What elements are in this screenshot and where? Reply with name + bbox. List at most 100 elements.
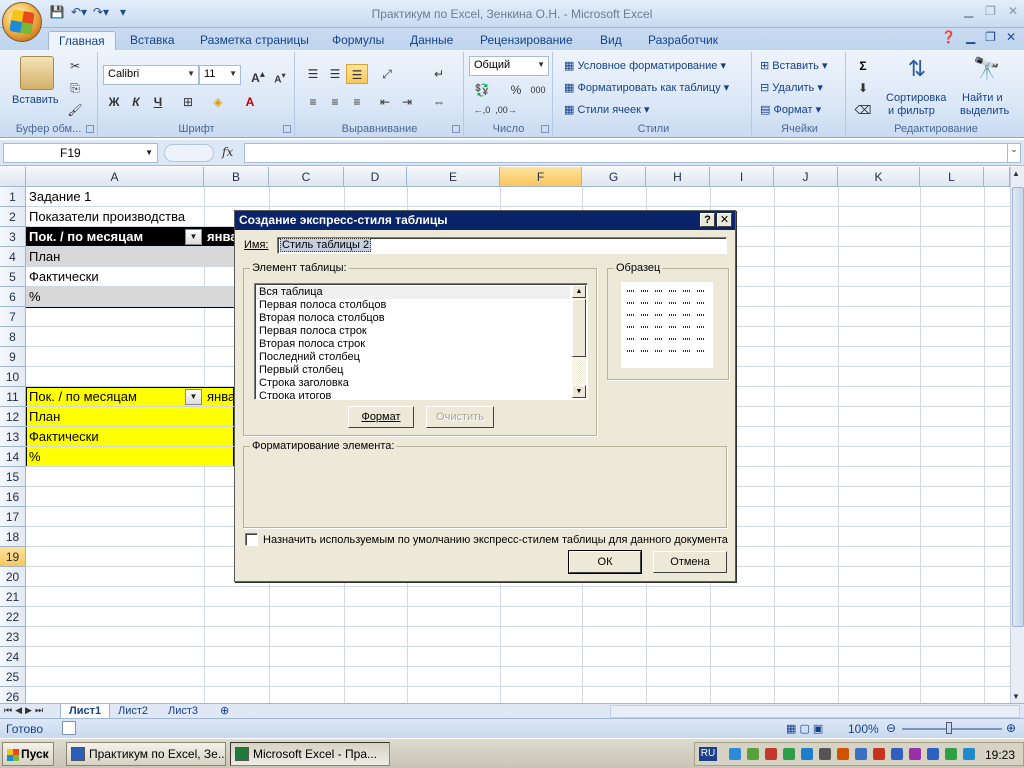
volume-icon[interactable] (819, 748, 831, 760)
insert-cells-button[interactable]: ⊞ Вставить ▾ (760, 59, 828, 72)
zoom-slider[interactable] (902, 728, 1002, 730)
default-style-checkbox[interactable] (245, 533, 258, 546)
fill-icon[interactable]: ⬇ (852, 78, 874, 98)
align-center-icon[interactable]: ≡ (324, 92, 346, 112)
cell-b3[interactable]: янва (204, 227, 234, 247)
expand-formula-bar-icon[interactable]: ⌄ (1007, 143, 1021, 163)
table-element-item[interactable]: Вторая полоса столбцов (256, 312, 570, 325)
cell-a6[interactable]: % (26, 287, 204, 307)
font-color-icon[interactable]: A (239, 92, 261, 112)
table-element-item[interactable]: Строка заголовка (256, 377, 570, 390)
merge-center-icon[interactable]: ⇔ (428, 92, 450, 112)
table-element-item[interactable]: Вторая полоса строк (256, 338, 570, 351)
paste-button[interactable]: Вставить (12, 94, 59, 106)
cell-a11[interactable]: Пок. / по месяцам (26, 387, 186, 407)
maximize-icon[interactable]: ❐ (985, 4, 996, 18)
table-element-item[interactable]: Первая полоса строк (256, 325, 570, 338)
tray-icon[interactable] (747, 748, 759, 760)
column-header-b[interactable]: B (204, 167, 269, 187)
column-header-i[interactable]: I (710, 167, 774, 187)
cancel-button[interactable]: Отмена (653, 551, 727, 573)
row-header-20[interactable]: 20 (0, 567, 26, 587)
borders-icon[interactable]: ⊞ (177, 92, 199, 112)
row-header-24[interactable]: 24 (0, 647, 26, 667)
tab-review[interactable]: Рецензирование (470, 31, 583, 50)
paste-icon[interactable] (20, 56, 54, 90)
formula-bar-splitter[interactable] (164, 144, 214, 162)
format-painter-icon[interactable]: 🖌 (64, 100, 86, 120)
tray-icon[interactable] (873, 748, 885, 760)
table-element-item[interactable]: Последний столбец (256, 351, 570, 364)
ok-button[interactable]: ОК (568, 550, 642, 574)
tab-page-layout[interactable]: Разметка страницы (190, 31, 319, 50)
cell-a14[interactable]: % (26, 447, 204, 467)
cell-a12[interactable]: План (26, 407, 204, 427)
row-header-1[interactable]: 1 (0, 187, 26, 207)
list-scroll-thumb[interactable] (572, 299, 586, 357)
align-top-icon[interactable]: ☰ (302, 64, 324, 84)
cell-a2[interactable]: Показатели производства (26, 207, 204, 227)
taskbar-item-excel[interactable]: Microsoft Excel - Пра... (230, 742, 390, 766)
zoom-slider-thumb[interactable] (946, 722, 952, 734)
number-launcher-icon[interactable] (541, 125, 549, 133)
row-header-13[interactable]: 13 (0, 427, 26, 447)
table-element-item[interactable]: Первый столбец (256, 364, 570, 377)
table-element-list[interactable]: Вся таблица Первая полоса столбцов Вторая … (254, 283, 588, 400)
row-header-3[interactable]: 3 (0, 227, 26, 247)
underline-button[interactable]: Ч (147, 92, 169, 112)
tray-icon[interactable] (855, 748, 867, 760)
column-header-h[interactable]: H (646, 167, 710, 187)
row-header-26[interactable]: 26 (0, 687, 26, 703)
increase-decimal-icon[interactable]: ←,0 (471, 100, 493, 120)
column-header-e[interactable]: E (407, 167, 500, 187)
scroll-down-icon[interactable]: ▼ (1012, 692, 1020, 701)
find-select-icon[interactable]: 🔭 (970, 56, 1004, 90)
tray-icon[interactable] (729, 748, 741, 760)
tray-icon[interactable] (945, 748, 957, 760)
row-header-12[interactable]: 12 (0, 407, 26, 427)
font-size-combo[interactable]: 11 ▼ (199, 65, 241, 85)
row-header-5[interactable]: 5 (0, 267, 26, 287)
orientation-icon[interactable]: ⤢ (376, 64, 398, 84)
macro-record-icon[interactable] (62, 721, 76, 735)
language-indicator[interactable]: RU (699, 747, 717, 761)
format-cells-button[interactable]: ▤ Формат ▾ (760, 103, 821, 116)
formula-input[interactable] (244, 143, 1008, 163)
list-scroll-up-icon[interactable]: ▲ (572, 285, 586, 298)
shrink-font-icon[interactable]: A▾ (269, 65, 291, 85)
filter-dropdown-icon[interactable]: ▼ (185, 389, 202, 405)
delete-cells-button[interactable]: ⊟ Удалить ▾ (760, 81, 823, 94)
conditional-formatting-button[interactable]: ▦ Условное форматирование ▾ (564, 59, 726, 72)
sort-filter-line2[interactable]: и фильтр (888, 105, 935, 117)
align-left-icon[interactable]: ≡ (302, 92, 324, 112)
cell-b11[interactable]: янва (204, 387, 234, 407)
row-header-8[interactable]: 8 (0, 327, 26, 347)
style-name-input[interactable]: Стиль таблицы 2 (277, 237, 727, 254)
currency-icon[interactable]: 💱 (471, 80, 493, 100)
insert-sheet-icon[interactable]: ⊕ (212, 704, 237, 719)
bluetooth-icon[interactable] (927, 748, 939, 760)
select-all-corner[interactable] (0, 167, 26, 187)
clear-button[interactable]: Очистить (426, 406, 494, 428)
font-launcher-icon[interactable] (283, 125, 291, 133)
tab-view[interactable]: Вид (590, 31, 632, 50)
column-header-c[interactable]: C (269, 167, 344, 187)
vertical-scrollbar[interactable]: ▲ ▼ (1010, 167, 1024, 703)
grow-font-icon[interactable]: A▴ (247, 65, 269, 85)
sort-filter-line1[interactable]: Сортировка (886, 92, 946, 104)
dialog-help-button[interactable]: ? (700, 213, 715, 227)
column-header-a[interactable]: A (26, 167, 204, 187)
zoom-in-icon[interactable]: ⊕ (1006, 721, 1016, 735)
align-middle-icon[interactable]: ☰ (324, 64, 346, 84)
row-header-11[interactable]: 11 (0, 387, 26, 407)
percent-button[interactable]: % (505, 80, 527, 100)
number-format-combo[interactable]: Общий ▼ (469, 56, 549, 76)
cell-a13[interactable]: Фактически (26, 427, 204, 447)
sheet-tab-1[interactable]: Лист1 (60, 704, 111, 719)
copy-icon[interactable]: ⎘ (64, 78, 86, 98)
vertical-scroll-thumb[interactable] (1012, 187, 1024, 627)
zoom-out-icon[interactable]: ⊖ (886, 721, 896, 735)
row-header-21[interactable]: 21 (0, 587, 26, 607)
table-element-item[interactable]: Вся таблица (256, 286, 570, 299)
ribbon-restore-icon[interactable]: ❐ (985, 30, 996, 44)
